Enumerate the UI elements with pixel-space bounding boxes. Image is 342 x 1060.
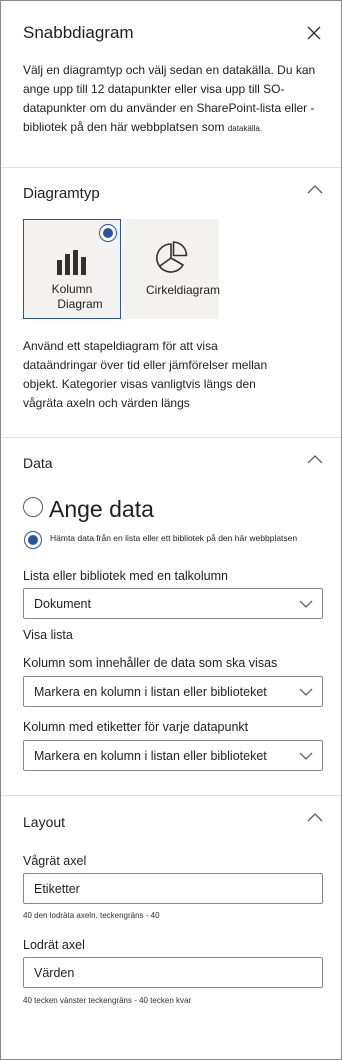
panel-intro: Välj en diagramtyp och välj sedan en dat…	[23, 61, 328, 138]
intro-small-text: datakälla.	[227, 124, 263, 133]
y-axis-hint: 40 tecken vänster teckengräns - 40 tecke…	[23, 996, 191, 1005]
selected-radio-icon	[99, 224, 117, 242]
chevron-up-icon[interactable]	[306, 811, 324, 823]
divider	[1, 795, 341, 796]
values-column-dropdown[interactable]: Markera en kolumn i listan eller bibliot…	[23, 676, 323, 707]
list-label: Lista eller bibliotek med en talkolumn	[23, 569, 228, 583]
radio-list-data[interactable]	[24, 531, 42, 549]
labels-column-label: Kolumn med etiketter för varje datapunkt	[23, 720, 249, 734]
divider	[1, 437, 341, 438]
labels-column-value: Markera en kolumn i listan eller bibliot…	[34, 749, 267, 763]
pie-chart-icon	[156, 241, 188, 273]
list-dropdown-value: Dokument	[34, 597, 91, 611]
section-title-layout: Layout	[23, 814, 66, 830]
section-title-data: Data	[23, 455, 53, 471]
y-axis-hint-text: tecken vänster teckengräns - 40 tecken k…	[34, 996, 192, 1005]
labels-column-dropdown[interactable]: Markera en kolumn i listan eller bibliot…	[23, 740, 323, 771]
chevron-up-icon[interactable]	[306, 183, 324, 195]
radio-enter-data-label: Ange data	[49, 496, 154, 522]
bar-chart-icon	[57, 250, 86, 275]
y-axis-input[interactable]	[25, 959, 321, 986]
column-chart-tile[interactable]: Kolumn Diagram	[23, 219, 121, 319]
x-axis-input[interactable]	[25, 875, 321, 902]
column-chart-label-2: Diagram	[57, 297, 103, 311]
list-dropdown[interactable]: Dokument	[23, 588, 323, 619]
panel-title: Snabbdiagram	[23, 23, 134, 42]
values-column-label: Kolumn som innehåller de data som ska vi…	[23, 656, 278, 670]
chevron-up-icon[interactable]	[306, 453, 324, 465]
column-chart-label-1: Kolumn	[51, 282, 93, 296]
pie-chart-label: Cirkeldiagram	[145, 283, 221, 297]
x-axis-label: Vågrät axel	[23, 854, 87, 868]
chart-description: Använd ett stapeldiagram för att visa da…	[23, 339, 268, 410]
values-column-value: Markera en kolumn i listan eller bibliot…	[34, 685, 267, 699]
quick-chart-panel: Snabbdiagram Välj en diagramtyp och välj…	[0, 0, 342, 1060]
radio-list-data-label: Hämta data från en lista eller ett bibli…	[50, 533, 298, 543]
x-axis-hint-count: 40	[23, 911, 32, 920]
chevron-down-icon	[299, 688, 313, 696]
section-title-chart-type: Diagramtyp	[23, 185, 100, 202]
close-icon[interactable]	[304, 23, 324, 43]
y-axis-label: Lodrät axel	[23, 938, 85, 952]
radio-enter-data[interactable]	[23, 497, 43, 517]
pie-chart-tile[interactable]: Cirkeldiagram	[123, 219, 220, 319]
y-axis-hint-count: 40	[23, 996, 32, 1005]
x-axis-hint: 40 den lodräta axeln. teckengräns - 40	[23, 911, 160, 920]
chevron-down-icon	[299, 752, 313, 760]
intro-text: Välj en diagramtyp och välj sedan en dat…	[23, 63, 316, 134]
show-list-link[interactable]: Visa lista	[23, 628, 73, 642]
divider	[1, 167, 341, 168]
y-axis-field[interactable]	[23, 957, 323, 988]
x-axis-field[interactable]	[23, 873, 323, 904]
chevron-down-icon	[299, 600, 313, 608]
x-axis-hint-text: den lodräta axeln. teckengräns - 40	[34, 911, 160, 920]
